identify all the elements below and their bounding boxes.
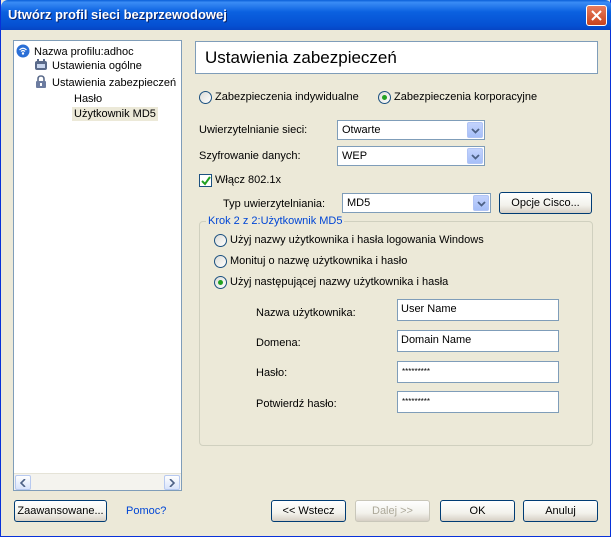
password-input[interactable]: *********: [397, 361, 559, 383]
domain-label: Domena:: [256, 337, 301, 349]
radio-windows-logon-label: Użyj nazwy użytkownika i hasła logowania…: [230, 234, 484, 246]
help-link[interactable]: Pomoc?: [126, 505, 166, 517]
section-title: Ustawienia zabezpieczeń: [205, 48, 397, 67]
cancel-button[interactable]: Anuluj: [523, 500, 598, 522]
domain-input[interactable]: Domain Name: [397, 330, 559, 352]
radio-individual-security[interactable]: [199, 91, 212, 104]
tree-item-profile[interactable]: Nazwa profilu:adhoc: [16, 44, 134, 58]
network-profile-icon: [16, 44, 30, 58]
dropdown-arrow[interactable]: [473, 195, 489, 211]
dropdown-arrow[interactable]: [467, 148, 483, 164]
radio-prompt-credentials[interactable]: [214, 255, 227, 268]
cisco-options-button[interactable]: Opcje Cisco...: [499, 192, 592, 214]
tree-item-security[interactable]: Ustawienia zabezpieczeń: [34, 75, 176, 89]
username-label: Nazwa użytkownika:: [256, 307, 356, 319]
ok-button[interactable]: OK: [440, 500, 515, 522]
confirm-password-label: Potwierdź hasło:: [256, 398, 337, 410]
arrow-right-icon: [169, 479, 176, 487]
username-input[interactable]: User Name: [397, 299, 559, 321]
section-header: Ustawienia zabezpieczeń: [195, 41, 598, 74]
password-label: Hasło:: [256, 367, 288, 379]
dialog-window: Utwórz profil sieci bezprzewodowej Nazwa…: [0, 0, 611, 537]
close-button[interactable]: [586, 5, 607, 26]
groupbox-legend: Krok 2 z 2:Użytkownik MD5: [206, 215, 345, 227]
chevron-down-icon: [477, 201, 486, 207]
auth-type-label: Typ uwierzytelniania:: [223, 198, 326, 210]
scroll-right-button[interactable]: [164, 475, 180, 490]
tree-item-md5-user[interactable]: Użytkownik MD5: [72, 107, 158, 121]
next-button[interactable]: Dalej >>: [355, 500, 430, 522]
lock-icon: [34, 75, 48, 89]
enable-8021x-label: Włącz 802.1x: [215, 174, 282, 186]
chevron-down-icon: [471, 154, 480, 160]
radio-corporate-label: Zabezpieczenia korporacyjne: [394, 91, 538, 103]
back-button[interactable]: << Wstecz: [271, 500, 346, 522]
profile-tree[interactable]: Nazwa profilu:adhoc Ustawienia ogólne Us…: [13, 40, 182, 491]
horizontal-scrollbar[interactable]: [14, 473, 181, 490]
auth-type-select[interactable]: MD5: [342, 193, 491, 213]
dropdown-arrow[interactable]: [467, 122, 483, 138]
title-bar[interactable]: Utwórz profil sieci bezprzewodowej: [1, 0, 611, 30]
advanced-button[interactable]: Zaawansowane...: [14, 500, 107, 522]
radio-use-following-label: Użyj następującej nazwy użytkownika i ha…: [230, 276, 449, 288]
general-settings-icon: [34, 58, 48, 72]
encryption-select[interactable]: WEP: [337, 146, 485, 166]
tree-item-password[interactable]: Hasło: [74, 93, 102, 105]
scroll-left-button[interactable]: [15, 475, 31, 490]
encryption-label: Szyfrowanie danych:: [199, 150, 301, 162]
network-auth-select[interactable]: Otwarte: [337, 120, 485, 140]
tree-item-general[interactable]: Ustawienia ogólne: [34, 58, 142, 72]
arrow-left-icon: [20, 479, 26, 487]
network-auth-label: Uwierzytelnianie sieci:: [199, 124, 308, 136]
radio-use-following[interactable]: [214, 276, 227, 289]
enable-8021x-checkbox[interactable]: [199, 174, 212, 187]
confirm-password-input[interactable]: *********: [397, 391, 559, 413]
chevron-down-icon: [471, 128, 480, 134]
window-title: Utwórz profil sieci bezprzewodowej: [8, 7, 227, 22]
radio-individual-label: Zabezpieczenia indywidualne: [215, 91, 359, 103]
radio-windows-logon[interactable]: [214, 234, 227, 247]
close-icon: [591, 10, 602, 21]
radio-corporate-security[interactable]: [378, 91, 391, 104]
checkmark-icon: [201, 176, 211, 186]
radio-prompt-credentials-label: Monituj o nazwę użytkownika i hasło: [230, 255, 408, 267]
